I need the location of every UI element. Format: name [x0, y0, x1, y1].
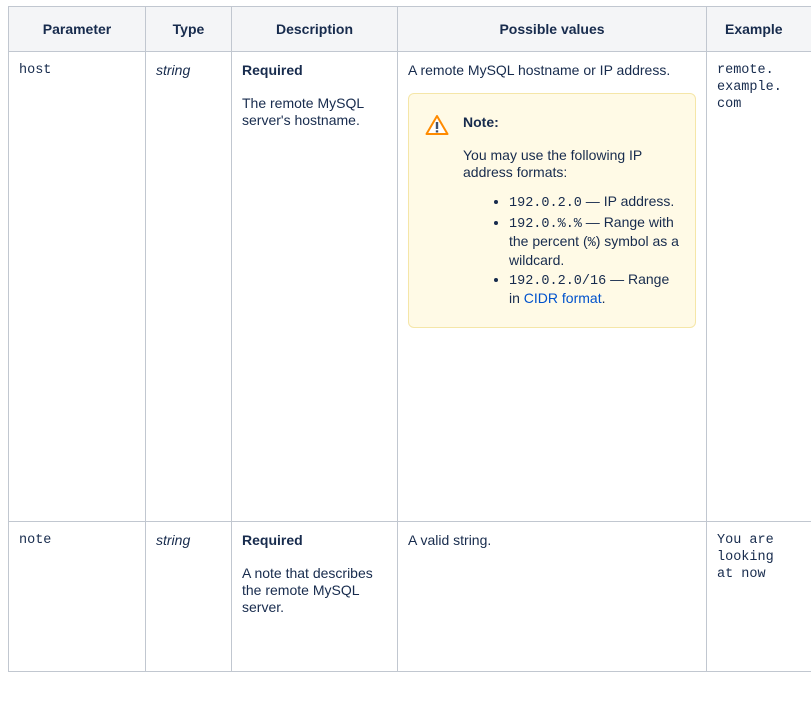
note-title: Note: [463, 114, 499, 130]
note-intro: You may use the following IP address for… [463, 147, 643, 180]
possible-values-text: A remote MySQL hostname or IP address. [408, 62, 671, 78]
note-panel: Note: You may use the following IP addre… [408, 93, 696, 328]
header-parameter: Parameter [8, 6, 146, 52]
description-text: The remote MySQL server's hostname. [242, 95, 364, 128]
parameters-table: Parameter Type Description Possible valu… [8, 6, 811, 672]
format-text: . [601, 290, 606, 306]
list-item: 192.0.2.0/16 — Range in CIDR format. [509, 271, 679, 307]
percent-code: % [587, 236, 596, 251]
param-example: remote. example. com [706, 51, 811, 522]
param-name: host [8, 51, 146, 522]
format-code: 192.0.%.% [509, 217, 582, 232]
header-possible-values: Possible values [397, 6, 707, 52]
warning-icon [425, 115, 449, 135]
header-example: Example [706, 6, 811, 52]
list-item: 192.0.%.% — Range with the percent (%) s… [509, 214, 679, 269]
list-item: 192.0.2.0 — IP address. [509, 193, 679, 212]
possible-values-text: A valid string. [408, 532, 492, 548]
header-description: Description [231, 6, 398, 52]
required-label: Required [242, 62, 303, 78]
param-example: You are looking at now [706, 521, 811, 672]
cidr-format-link[interactable]: CIDR format [524, 290, 602, 306]
description-text: A note that describes the remote MySQL s… [242, 565, 373, 615]
header-row: Parameter Type Description Possible valu… [8, 6, 811, 52]
format-code: 192.0.2.0/16 [509, 274, 607, 289]
param-type: string [145, 51, 232, 522]
format-text: — IP address. [581, 193, 675, 209]
param-description: Required The remote MySQL server's hostn… [231, 51, 398, 522]
format-list: 192.0.2.0 — IP address. 192.0.%.% — Rang… [463, 193, 679, 307]
param-name: note [8, 521, 146, 672]
param-possible-values: A remote MySQL hostname or IP address. N… [397, 51, 707, 522]
param-type: string [145, 521, 232, 672]
param-possible-values: A valid string. [397, 521, 707, 672]
required-label: Required [242, 532, 303, 548]
header-type: Type [145, 6, 232, 52]
table-row: host string Required The remote MySQL se… [8, 51, 811, 522]
param-description: Required A note that describes the remot… [231, 521, 398, 672]
table-row: note string Required A note that describ… [8, 521, 811, 672]
format-code: 192.0.2.0 [509, 196, 582, 211]
